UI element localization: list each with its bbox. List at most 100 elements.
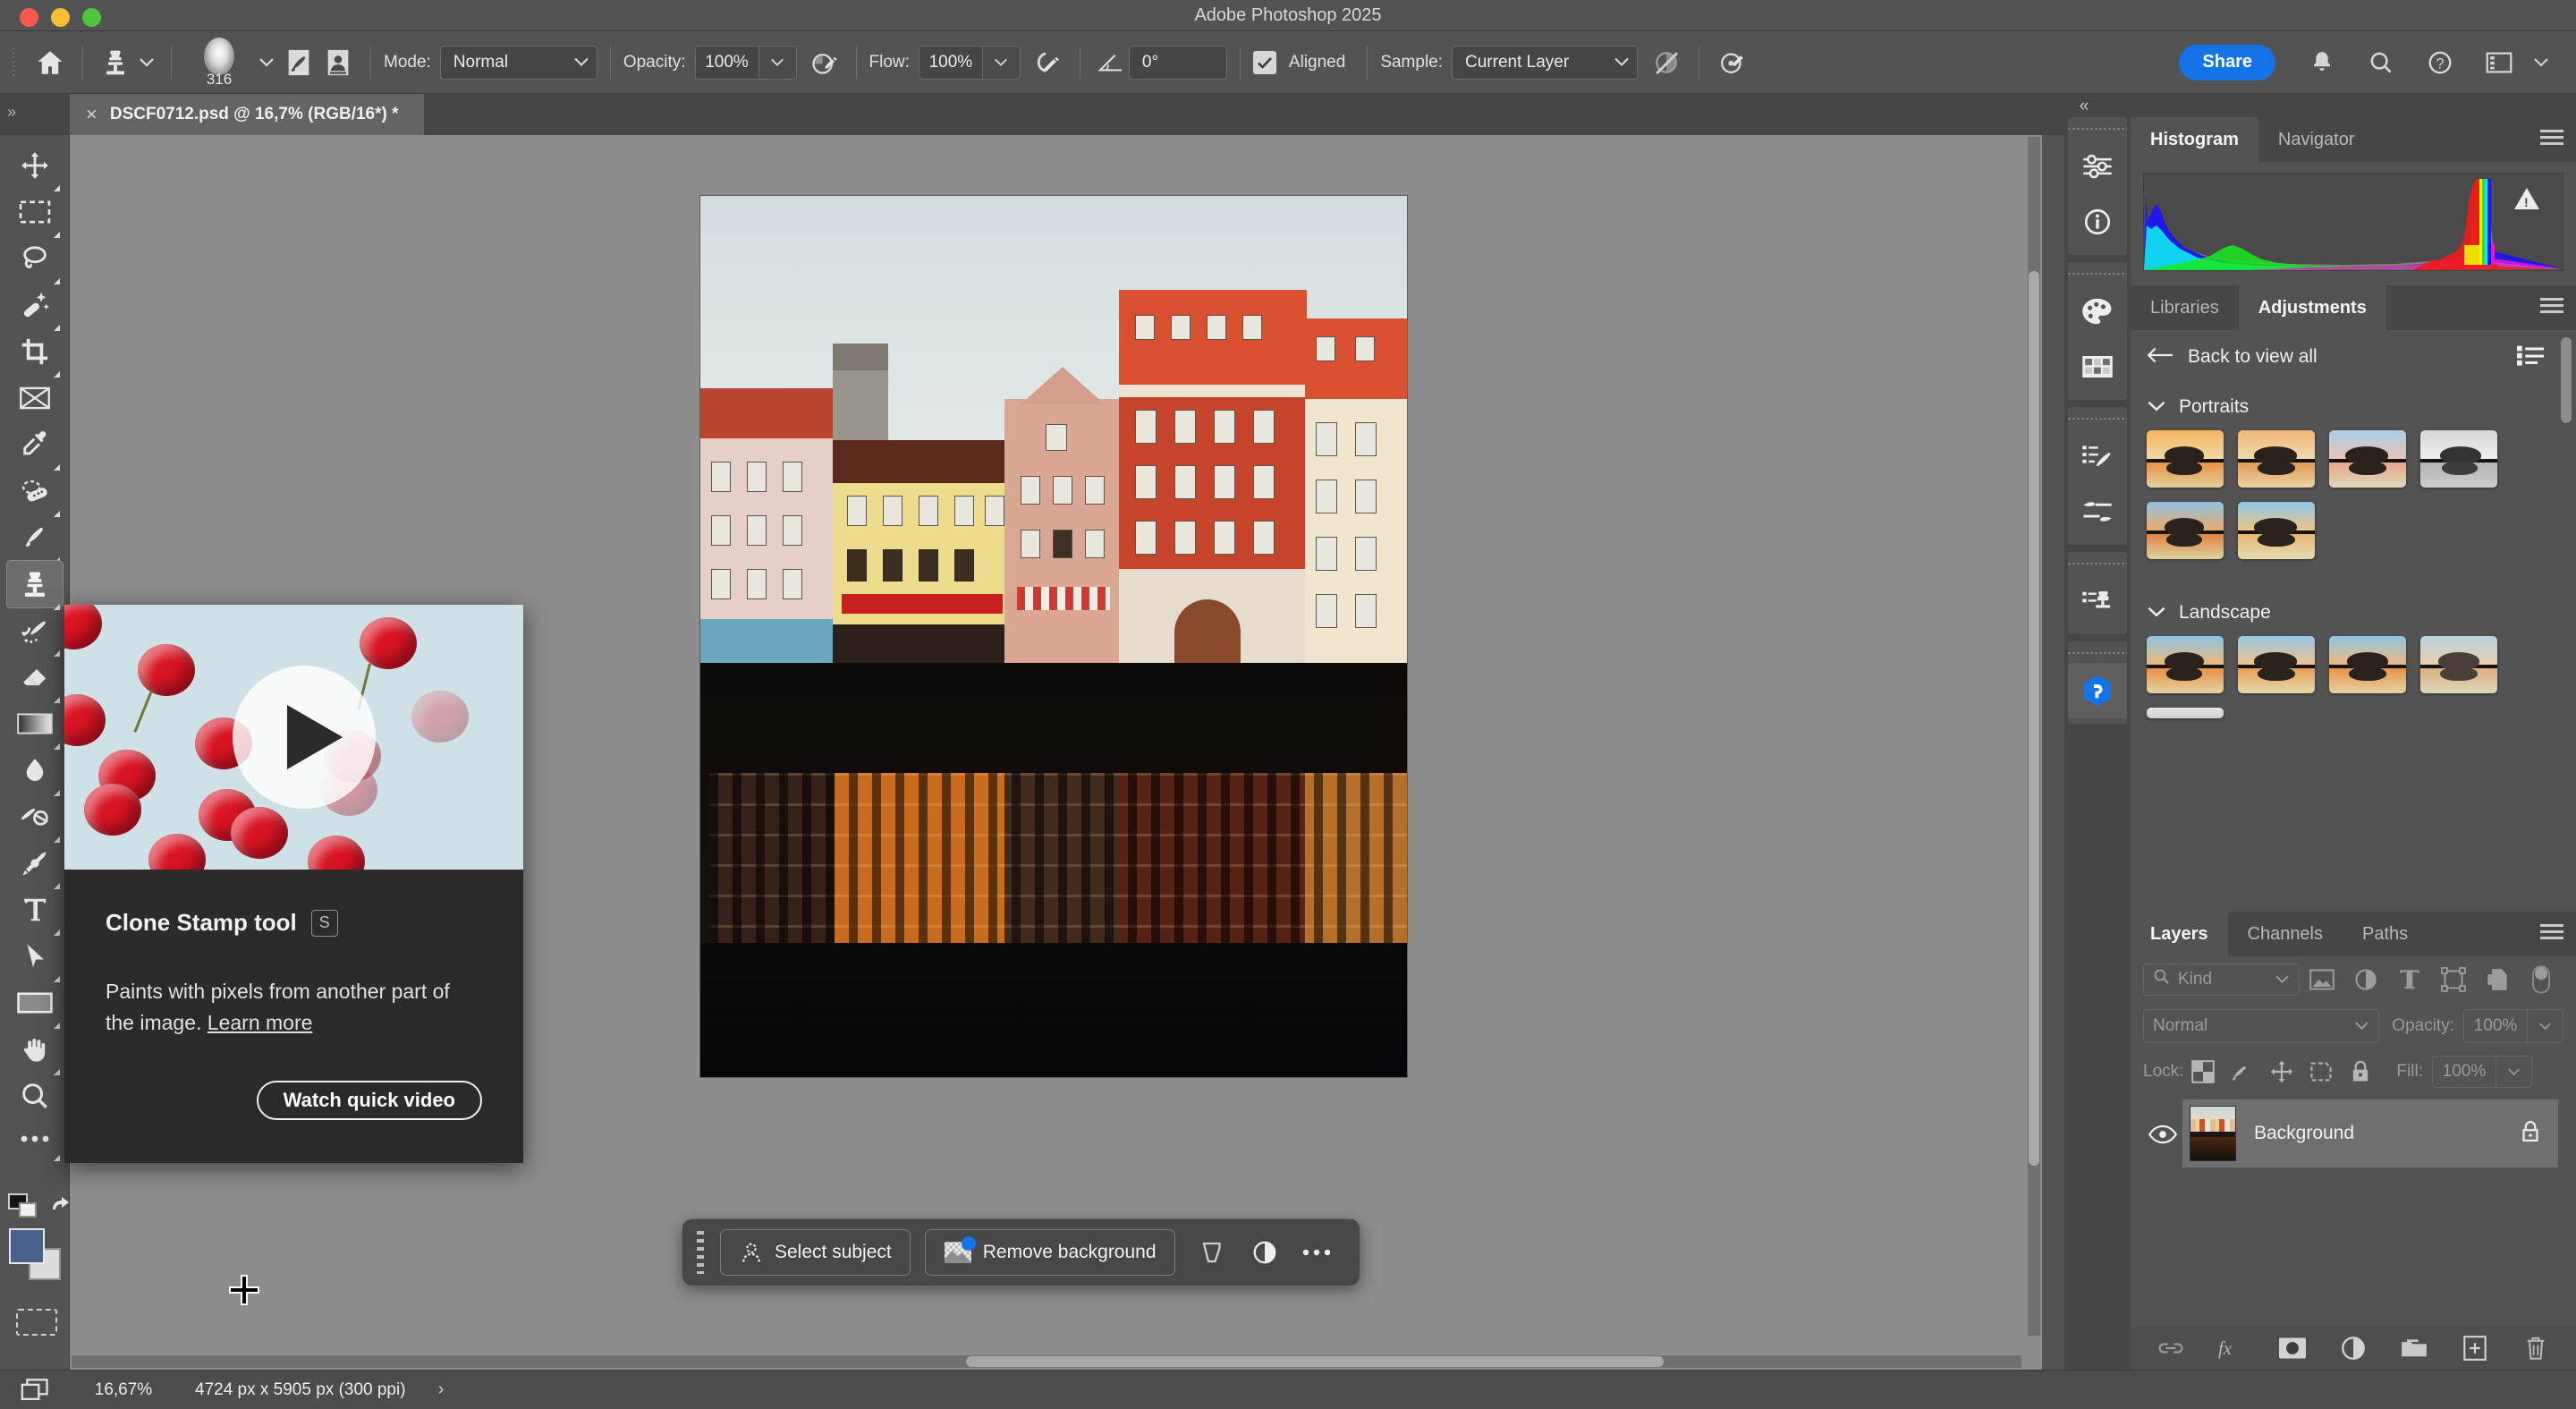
opacity-input[interactable]: 100% xyxy=(695,46,759,80)
filter-toggle-icon[interactable] xyxy=(2520,962,2563,997)
tool-flyout-icon[interactable] xyxy=(54,180,60,186)
chevron-right-icon[interactable]: › xyxy=(438,1379,445,1400)
panel-menu-icon[interactable] xyxy=(2540,924,2563,942)
preset-thumbnail[interactable] xyxy=(2238,636,2315,693)
brush-preset-chevron-icon[interactable] xyxy=(254,43,279,82)
tool-flyout-icon[interactable] xyxy=(54,366,60,372)
screen-mode-icon[interactable] xyxy=(0,1378,70,1403)
history-brush-tool[interactable] xyxy=(7,607,63,654)
group-portraits[interactable]: Portraits xyxy=(2131,384,2576,430)
clone-stamp-icon[interactable] xyxy=(96,43,135,82)
filter-type-icon[interactable] xyxy=(2388,962,2432,997)
tool-flyout-icon[interactable] xyxy=(54,1064,60,1070)
preset-thumbnail[interactable] xyxy=(2329,430,2406,488)
scrollbar-thumb[interactable] xyxy=(966,1356,1664,1367)
preset-thumbnail[interactable] xyxy=(2238,430,2315,488)
gradient-tool[interactable] xyxy=(7,700,63,747)
blur-tool[interactable] xyxy=(7,747,63,794)
tool-flyout-icon[interactable] xyxy=(54,319,60,326)
tool-flyout-icon[interactable] xyxy=(54,1017,60,1023)
tab-histogram[interactable]: Histogram xyxy=(2131,117,2258,162)
tool-flyout-icon[interactable] xyxy=(54,226,60,233)
preset-thumbnail[interactable] xyxy=(2329,636,2406,693)
tool-flyout-icon[interactable] xyxy=(54,738,60,744)
eraser-tool[interactable] xyxy=(7,654,63,700)
rail-grip[interactable] xyxy=(2068,647,2127,659)
preset-thumbnail[interactable] xyxy=(2420,636,2497,693)
clone-stamp-tool[interactable] xyxy=(7,561,63,607)
group-landscape[interactable]: Landscape xyxy=(2131,590,2576,636)
rail-grip[interactable] xyxy=(2068,123,2127,135)
new-group-icon[interactable] xyxy=(2398,1334,2430,1362)
rail-grip[interactable] xyxy=(2068,557,2127,570)
tab-adjustments[interactable]: Adjustments xyxy=(2239,285,2386,330)
tool-flyout-icon[interactable] xyxy=(54,831,60,837)
close-icon[interactable]: × xyxy=(86,103,97,126)
preset-thumbnail[interactable] xyxy=(2147,502,2224,559)
lock-transparent-pixels-icon[interactable] xyxy=(2183,1054,2223,1090)
panel-menu-icon[interactable] xyxy=(2540,298,2563,316)
tool-flyout-icon[interactable] xyxy=(54,692,60,698)
pressure-size-icon[interactable] xyxy=(1712,43,1751,82)
rail-grip[interactable] xyxy=(2068,412,2127,425)
collapse-panels-icon[interactable]: « xyxy=(2057,97,2111,116)
eye-icon[interactable] xyxy=(2143,1125,2182,1144)
link-layers-icon[interactable] xyxy=(2155,1334,2187,1362)
default-colors-icon[interactable] xyxy=(9,1194,39,1219)
lock-all-icon[interactable] xyxy=(2341,1054,2380,1090)
chevron-down-icon[interactable] xyxy=(2526,39,2556,86)
tool-flyout-icon[interactable] xyxy=(54,971,60,977)
preset-thumbnail[interactable] xyxy=(2147,708,2224,718)
tool-flyout-icon[interactable] xyxy=(54,924,60,930)
tool-flyout-icon[interactable] xyxy=(54,273,60,279)
preset-thumbnail[interactable] xyxy=(2147,636,2224,693)
lock-image-pixels-icon[interactable] xyxy=(2223,1054,2262,1090)
aligned-checkbox[interactable] xyxy=(1253,51,1276,74)
blend-mode-select[interactable]: Normal xyxy=(2143,1009,2379,1043)
pressure-opacity-icon[interactable] xyxy=(804,43,843,82)
tab-navigator[interactable]: Navigator xyxy=(2258,117,2375,162)
watch-quick-video-button[interactable]: Watch quick video xyxy=(257,1081,482,1120)
tab-paths[interactable]: Paths xyxy=(2343,912,2428,956)
clone-source-icon[interactable] xyxy=(2068,573,2127,629)
path-selection-tool[interactable] xyxy=(7,933,63,980)
sample-select[interactable]: Current Layer xyxy=(1452,46,1638,80)
table-row[interactable]: Background xyxy=(2182,1099,2558,1167)
tool-flyout-icon[interactable] xyxy=(54,598,60,605)
select-subject-button[interactable]: Select subject xyxy=(720,1229,911,1276)
filter-smart-object-icon[interactable] xyxy=(2476,962,2520,997)
object-selection-tool[interactable] xyxy=(7,282,63,328)
hand-tool[interactable] xyxy=(7,1026,63,1073)
drag-handle-icon[interactable] xyxy=(697,1231,708,1274)
mode-select[interactable]: Normal xyxy=(440,46,597,80)
tool-flyout-icon[interactable] xyxy=(54,785,60,791)
canvas-vertical-scrollbar[interactable] xyxy=(2028,137,2040,1336)
back-to-view-all-row[interactable]: Back to view all xyxy=(2131,330,2576,384)
tool-video-thumbnail[interactable] xyxy=(64,605,523,870)
options-bar-grip[interactable] xyxy=(11,47,21,78)
brushes-icon[interactable] xyxy=(2068,484,2127,539)
list-view-icon[interactable] xyxy=(2517,344,2544,370)
opacity-stepper[interactable] xyxy=(759,46,797,80)
flow-input[interactable]: 100% xyxy=(919,46,983,80)
plugins-icon[interactable] xyxy=(2068,663,2127,718)
lock-position-icon[interactable] xyxy=(2262,1054,2301,1090)
brush-presets-icon[interactable] xyxy=(318,43,358,82)
type-tool[interactable] xyxy=(7,887,63,933)
lock-icon[interactable] xyxy=(2519,1119,2542,1149)
brush-settings-icon[interactable] xyxy=(279,43,318,82)
layer-opacity-stepper[interactable] xyxy=(2528,1009,2563,1043)
layer-fill-stepper[interactable] xyxy=(2496,1056,2532,1088)
preset-thumbnail[interactable] xyxy=(2238,502,2315,559)
tool-flyout-icon[interactable] xyxy=(54,878,60,884)
document-canvas[interactable] xyxy=(700,196,1407,1077)
help-icon[interactable]: ? xyxy=(2417,39,2463,86)
tab-overflow-icon[interactable]: » xyxy=(7,103,16,122)
remove-background-button[interactable]: Remove background xyxy=(925,1229,1175,1276)
rectangle-tool[interactable] xyxy=(7,980,63,1026)
color-icon[interactable] xyxy=(2068,284,2127,339)
brush-settings-icon[interactable] xyxy=(2068,429,2127,484)
filter-shape-icon[interactable] xyxy=(2432,962,2476,997)
zoom-tool[interactable] xyxy=(7,1073,63,1119)
more-options-icon[interactable] xyxy=(1293,1229,1340,1276)
